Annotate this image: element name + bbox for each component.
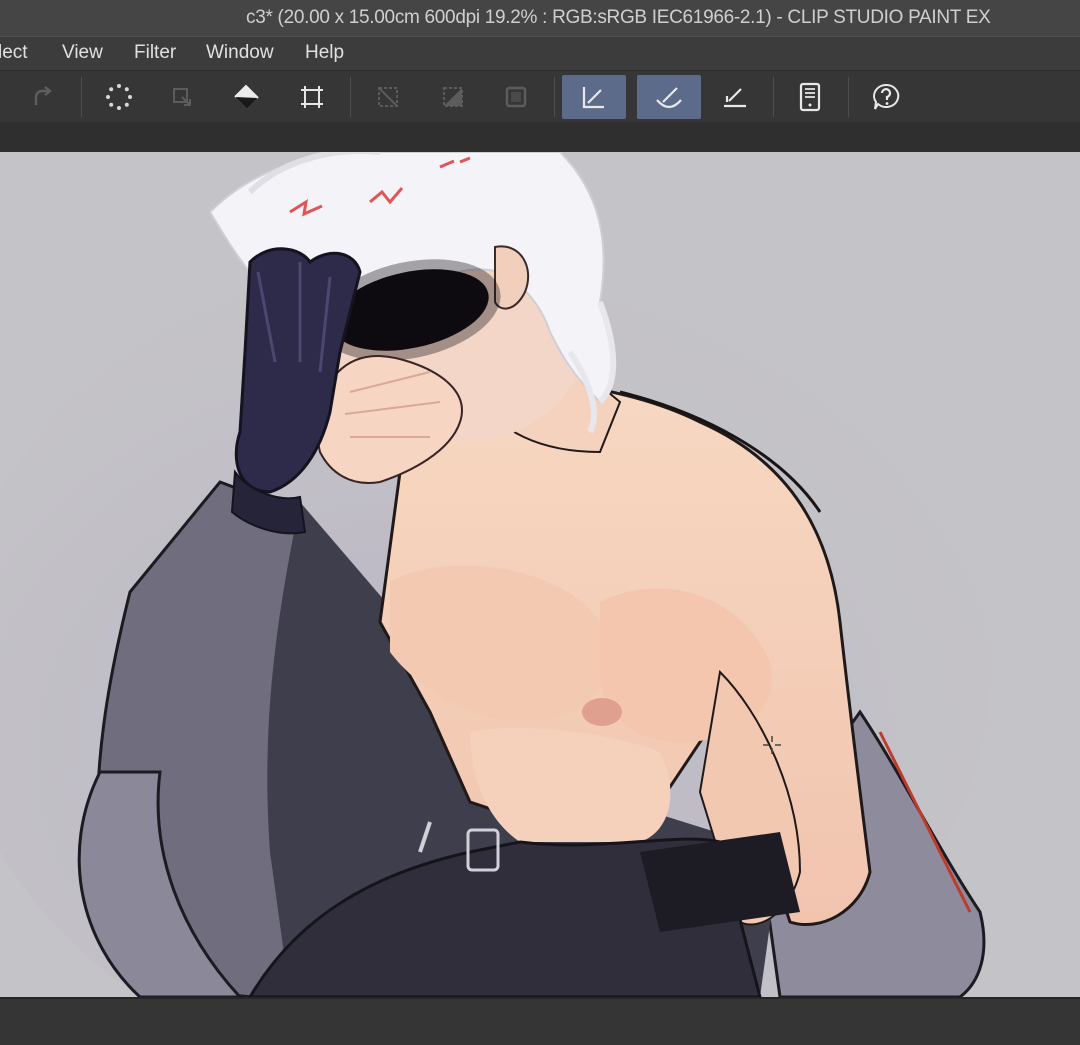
canvas[interactable] (0, 152, 1080, 997)
deselect-button[interactable] (362, 75, 414, 119)
snap-to-ruler-icon (582, 87, 604, 109)
snap-to-grid-icon (724, 88, 746, 108)
menu-window[interactable]: Window (206, 42, 274, 64)
invert-selection-icon (443, 87, 463, 107)
snap-to-special-ruler-icon (656, 87, 682, 109)
toolbar-separator (81, 77, 82, 117)
redo-icon (34, 86, 52, 105)
device-view-icon (799, 82, 821, 112)
fill-button[interactable] (221, 75, 273, 119)
toolbar-separator (350, 77, 351, 117)
selection-border-icon (505, 86, 527, 108)
window-title: c3* (20.00 x 15.00cm 600dpi 19.2% : RGB:… (246, 7, 991, 28)
redo-button[interactable] (16, 75, 68, 119)
invert-selection-button[interactable] (427, 75, 479, 119)
snap-to-special-ruler-button[interactable] (637, 75, 701, 119)
deselect-icon (378, 87, 398, 107)
menu-view[interactable]: View (62, 42, 103, 64)
convert-layer-button[interactable] (156, 75, 208, 119)
help-button[interactable] (860, 75, 912, 119)
menu-bar: lect View Filter Window Help (0, 36, 1080, 71)
fill-bucket-icon (234, 84, 259, 109)
status-bar (0, 997, 1080, 1045)
selection-launcher-button[interactable] (93, 75, 145, 119)
command-bar (0, 70, 1080, 123)
help-icon (873, 83, 900, 110)
clip-studio-window: c3* (20.00 x 15.00cm 600dpi 19.2% : RGB:… (0, 0, 1080, 1045)
scale-rotate-button[interactable] (286, 75, 338, 119)
toolbar-separator (773, 77, 774, 117)
selection-border-button[interactable] (490, 75, 542, 119)
snap-to-ruler-button[interactable] (562, 75, 626, 119)
toolbar-separator (848, 77, 849, 117)
loading-spinner-icon (106, 84, 132, 110)
menu-help[interactable]: Help (305, 42, 344, 64)
menu-select[interactable]: lect (0, 42, 28, 64)
device-view-button[interactable] (784, 75, 836, 119)
snap-to-grid-button[interactable] (709, 75, 761, 119)
title-bar: c3* (20.00 x 15.00cm 600dpi 19.2% : RGB:… (0, 0, 1080, 36)
toolbar-separator (554, 77, 555, 117)
menu-filter[interactable]: Filter (134, 42, 176, 64)
transform-layer-icon (173, 88, 191, 106)
crop-transform-icon (301, 86, 323, 108)
artwork-illustration (0, 152, 990, 997)
tool-property-bar (0, 122, 1080, 152)
